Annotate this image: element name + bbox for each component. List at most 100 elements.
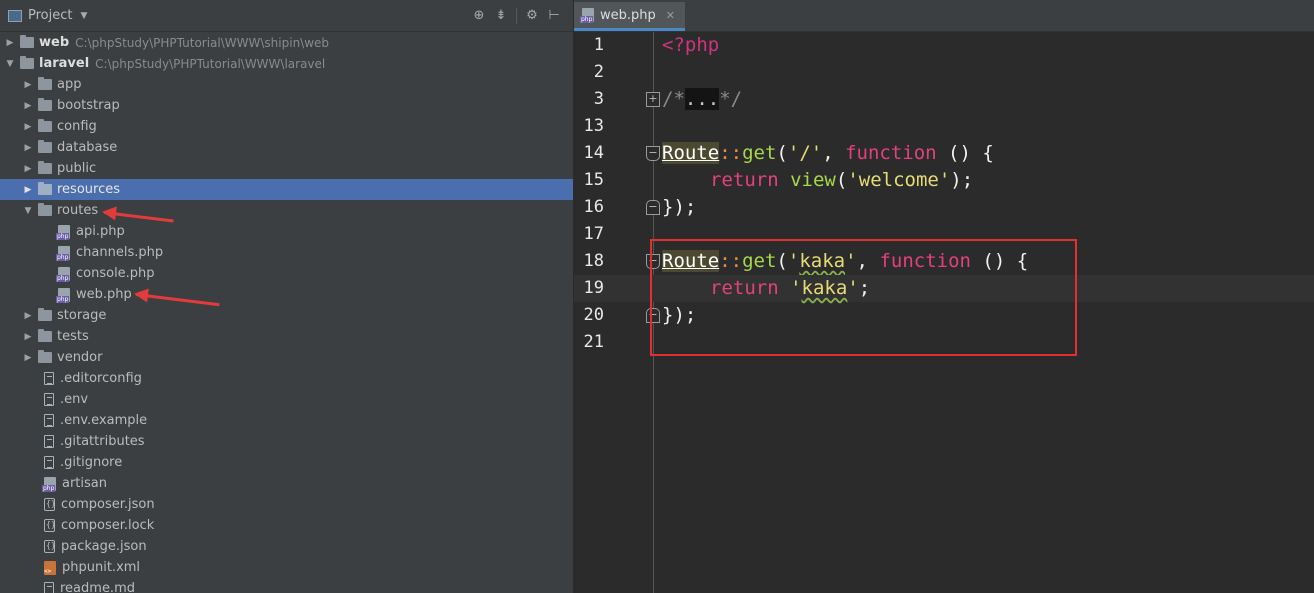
project-panel-header: Project ▼ ⊕ ⇟ ⚙ ⊢ bbox=[0, 0, 573, 32]
folded-comment[interactable]: ... bbox=[684, 88, 720, 110]
tree-item-label: api.php bbox=[76, 224, 125, 239]
tree-item-storage[interactable]: ▶ storage bbox=[0, 305, 573, 326]
tree-item-label: web bbox=[39, 35, 70, 50]
code-line[interactable]: 1 <?php bbox=[574, 32, 1314, 59]
chevron-right-icon[interactable]: ▶ bbox=[22, 101, 34, 111]
tree-item-label: tests bbox=[57, 329, 89, 344]
tree-item-editorconfig[interactable]: .editorconfig bbox=[0, 368, 573, 389]
chevron-right-icon[interactable]: ▶ bbox=[22, 122, 34, 132]
tree-item-artisan[interactable]: artisan bbox=[0, 473, 573, 494]
folder-icon bbox=[38, 308, 52, 321]
editor-tab-bar: web.php ✕ bbox=[574, 0, 1314, 32]
tree-item-label: artisan bbox=[62, 476, 107, 491]
target-icon[interactable]: ⊕ bbox=[468, 8, 490, 23]
tree-item-env-example[interactable]: .env.example bbox=[0, 410, 573, 431]
tree-root-laravel[interactable]: ▼ laravel C:\phpStudy\PHPTutorial\WWW\la… bbox=[0, 53, 573, 74]
code-text[interactable]: Route::get('/', function () { bbox=[662, 140, 994, 167]
tree-item-tests[interactable]: ▶ tests bbox=[0, 326, 573, 347]
tree-item-vendor[interactable]: ▶ vendor bbox=[0, 347, 573, 368]
chevron-right-icon[interactable]: ▶ bbox=[22, 353, 34, 363]
php-file-icon bbox=[56, 245, 70, 261]
code-text[interactable]: }); bbox=[662, 194, 696, 221]
tree-item-label: .gitattributes bbox=[60, 434, 145, 449]
code-line[interactable]: 3 + /*...*/ bbox=[574, 86, 1314, 113]
punctuation: () { bbox=[936, 142, 994, 164]
line-number: 2 bbox=[593, 62, 604, 82]
chevron-right-icon[interactable]: ▶ bbox=[4, 38, 16, 48]
tree-item-label: laravel bbox=[39, 56, 90, 71]
folder-icon bbox=[20, 56, 34, 69]
folder-icon bbox=[38, 350, 52, 363]
chevron-down-icon[interactable]: ▼ bbox=[22, 206, 34, 216]
code-text[interactable]: /*...*/ bbox=[662, 86, 742, 113]
keyword: return bbox=[710, 169, 779, 191]
hide-icon[interactable]: ⊢ bbox=[543, 8, 565, 23]
chevron-right-icon[interactable]: ▶ bbox=[22, 311, 34, 321]
text-file-icon bbox=[44, 582, 54, 593]
chevron-right-icon[interactable]: ▶ bbox=[22, 164, 34, 174]
chevron-down-icon[interactable]: ▼ bbox=[80, 11, 87, 21]
code-line[interactable]: 13 bbox=[574, 113, 1314, 140]
chevron-right-icon[interactable]: ▶ bbox=[22, 143, 34, 153]
tab-web-php[interactable]: web.php ✕ bbox=[574, 2, 685, 31]
chevron-right-icon[interactable]: ▶ bbox=[22, 185, 34, 195]
tree-item-label: .env.example bbox=[60, 413, 148, 428]
chevron-right-icon[interactable]: ▶ bbox=[22, 80, 34, 90]
tree-item-readme-md[interactable]: readme.md bbox=[0, 578, 573, 593]
code-text[interactable]: return view('welcome'); bbox=[710, 167, 973, 194]
line-number: 19 bbox=[583, 278, 604, 298]
function-name: view bbox=[790, 169, 836, 191]
tree-item-database[interactable]: ▶ database bbox=[0, 137, 573, 158]
tree-item-channels-php[interactable]: channels.php bbox=[0, 242, 573, 263]
tree-item-public[interactable]: ▶ public bbox=[0, 158, 573, 179]
chevron-down-icon[interactable]: ▼ bbox=[4, 59, 16, 69]
tree-item-composer-lock[interactable]: composer.lock bbox=[0, 515, 573, 536]
tree-item-gitattributes[interactable]: .gitattributes bbox=[0, 431, 573, 452]
code-line[interactable]: 15 return view('welcome'); bbox=[574, 167, 1314, 194]
tree-item-app[interactable]: ▶ app bbox=[0, 74, 573, 95]
punctuation: ( bbox=[776, 142, 788, 164]
red-highlight-box bbox=[650, 239, 1077, 356]
project-panel: Project ▼ ⊕ ⇟ ⚙ ⊢ ▶ web C:\phpStudy\PHPT… bbox=[0, 0, 574, 593]
code-line[interactable]: 2 bbox=[574, 59, 1314, 86]
tree-item-phpunit-xml[interactable]: phpunit.xml bbox=[0, 557, 573, 578]
tree-item-console-php[interactable]: console.php bbox=[0, 263, 573, 284]
class-name: Route bbox=[662, 142, 720, 164]
tree-item-composer-json[interactable]: composer.json bbox=[0, 494, 573, 515]
tree-item-bootstrap[interactable]: ▶ bootstrap bbox=[0, 95, 573, 116]
tree-item-label: package.json bbox=[61, 539, 147, 554]
tree-item-label: resources bbox=[57, 182, 121, 197]
code-line[interactable]: 14 − Route::get('/', function () { bbox=[574, 140, 1314, 167]
tree-item-label: .env bbox=[60, 392, 89, 407]
tree-item-routes[interactable]: ▼ routes bbox=[0, 200, 573, 223]
close-icon[interactable]: ✕ bbox=[666, 9, 675, 22]
code-area[interactable]: 1 <?php 2 3 + /*...*/ 13 14 − Route::get… bbox=[574, 32, 1314, 593]
code-line[interactable]: 16 − }); bbox=[574, 194, 1314, 221]
tree-item-env[interactable]: .env bbox=[0, 389, 573, 410]
string-literal: '/' bbox=[787, 142, 823, 164]
fold-expand-icon[interactable]: + bbox=[646, 92, 660, 107]
tree-item-web-php[interactable]: web.php bbox=[0, 284, 573, 307]
text-file-icon bbox=[44, 414, 54, 427]
folder-icon bbox=[38, 140, 52, 153]
collapse-icon[interactable]: ⇟ bbox=[490, 8, 512, 23]
tree-item-api-php[interactable]: api.php bbox=[0, 221, 573, 242]
code-text[interactable]: <?php bbox=[662, 32, 719, 59]
tree-item-gitignore[interactable]: .gitignore bbox=[0, 452, 573, 473]
tree-item-package-json[interactable]: package.json bbox=[0, 536, 573, 557]
fold-collapse-icon[interactable]: − bbox=[646, 200, 660, 215]
fold-collapse-icon[interactable]: − bbox=[646, 146, 660, 161]
tree-root-web[interactable]: ▶ web C:\phpStudy\PHPTutorial\WWW\shipin… bbox=[0, 32, 573, 53]
tree-item-label: composer.lock bbox=[61, 518, 155, 533]
chevron-right-icon[interactable]: ▶ bbox=[22, 332, 34, 342]
tree-item-config[interactable]: ▶ config bbox=[0, 116, 573, 137]
tree-item-label: config bbox=[57, 119, 97, 134]
project-title[interactable]: Project bbox=[28, 8, 72, 23]
tree-item-resources[interactable]: ▶ resources bbox=[0, 179, 573, 200]
punctuation: }); bbox=[662, 196, 697, 218]
folder-icon bbox=[38, 98, 52, 111]
php-file-icon bbox=[56, 287, 70, 303]
gear-icon[interactable]: ⚙ bbox=[521, 8, 543, 23]
tree-item-label: public bbox=[57, 161, 97, 176]
tab-label: web.php bbox=[600, 7, 656, 23]
